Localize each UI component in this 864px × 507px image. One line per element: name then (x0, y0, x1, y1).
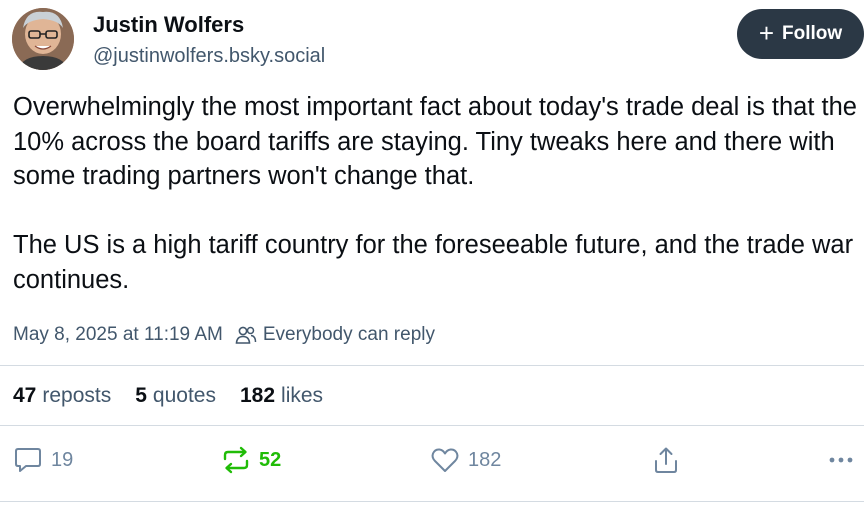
author-name[interactable]: Justin Wolfers (93, 11, 244, 39)
repost-icon (223, 446, 249, 474)
post-meta: May 8, 2025 at 11:19 AM Everybody can re… (13, 322, 435, 348)
like-button[interactable]: 182 (430, 446, 501, 474)
avatar[interactable] (12, 8, 74, 70)
share-icon (655, 447, 677, 473)
reply-count: 19 (51, 449, 74, 471)
reply-button[interactable]: 19 (13, 446, 73, 474)
divider (0, 501, 864, 502)
quotes-stat[interactable]: 5 quotes (135, 382, 216, 410)
share-button[interactable] (651, 446, 689, 474)
action-bar: 19 52 182 (0, 440, 864, 484)
repost-button[interactable]: 52 (221, 446, 281, 474)
avatar-image (12, 8, 74, 70)
divider (0, 365, 864, 366)
reposts-stat[interactable]: 47 reposts (13, 382, 111, 410)
post-paragraph: The US is a high tariff country for the … (13, 231, 854, 294)
plus-icon: + (758, 18, 775, 48)
author-handle[interactable]: @justinwolfers.bsky.social (93, 43, 325, 69)
quotes-label: quotes (152, 384, 216, 407)
post-text: Overwhelmingly the most important fact a… (13, 90, 863, 297)
post-timestamp[interactable]: May 8, 2025 at 11:19 AM (13, 322, 223, 348)
follow-button[interactable]: + Follow (737, 9, 864, 59)
likes-label: likes (281, 384, 324, 407)
engagement-stats: 47 reposts 5 quotes 182 likes (13, 382, 347, 410)
ellipsis-icon (829, 457, 853, 463)
follow-button-label: Follow (782, 23, 843, 44)
post-thread-item: Justin Wolfers @justinwolfers.bsky.socia… (0, 0, 864, 507)
reply-setting[interactable]: Everybody can reply (235, 322, 435, 348)
repost-count: 52 (259, 449, 282, 471)
quotes-count: 5 (135, 384, 147, 407)
likes-stat[interactable]: 182 likes (240, 382, 323, 410)
likes-count: 182 (239, 384, 276, 407)
more-options-button[interactable] (826, 446, 864, 474)
people-icon (235, 326, 257, 344)
post-paragraph: Overwhelmingly the most important fact a… (13, 93, 857, 190)
reposts-label: reposts (42, 384, 112, 407)
heart-icon (431, 448, 459, 472)
reply-setting-label: Everybody can reply (262, 324, 435, 345)
like-count: 182 (468, 449, 502, 471)
reposts-count: 47 (13, 384, 37, 407)
divider (0, 425, 864, 426)
reply-icon (15, 448, 41, 472)
